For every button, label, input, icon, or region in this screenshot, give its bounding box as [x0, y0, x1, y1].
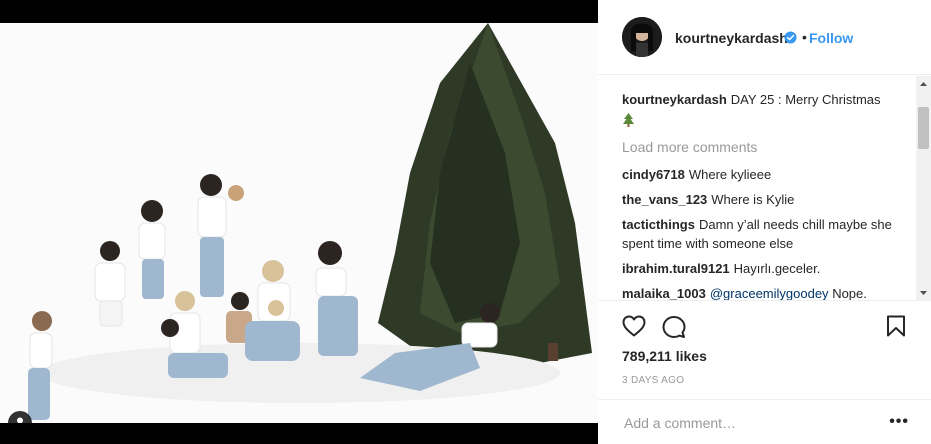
- comment-text: Where is Kylie: [711, 192, 795, 207]
- comment-item: cindy6718 Where kylieee: [622, 165, 912, 184]
- comment-username[interactable]: cindy6718: [622, 167, 685, 182]
- comment-item: malaika_1003@graceemilygoodey Nope. Kour…: [622, 284, 912, 300]
- comment-username[interactable]: malaika_1003: [622, 286, 706, 300]
- comment-bubble-icon: [662, 316, 686, 338]
- caption-username[interactable]: kourtneykardash: [622, 92, 727, 107]
- comment-item: ibrahim.tural9121 Hayırlı.geceler.: [622, 259, 912, 278]
- comment-username[interactable]: ibrahim.tural9121: [622, 261, 730, 276]
- avatar[interactable]: [622, 17, 662, 57]
- comment-username[interactable]: the_vans_123: [622, 192, 707, 207]
- comments-scrollbar[interactable]: [916, 76, 931, 300]
- caption: kourtneykardash DAY 25 : Merry Christmas: [622, 90, 912, 128]
- post-side-panel: kourtneykardash • Follow kourtneykardash…: [598, 0, 931, 444]
- like-button[interactable]: [622, 315, 646, 342]
- header-username[interactable]: kourtneykardash: [675, 30, 788, 46]
- add-comment-input[interactable]: [622, 412, 876, 434]
- comment-username[interactable]: tacticthings: [622, 217, 695, 232]
- avatar-image: [622, 17, 662, 57]
- comment-text: Hayırlı.geceler.: [733, 261, 821, 276]
- actions-divider: [598, 300, 931, 302]
- bookmark-icon: [887, 315, 905, 337]
- christmas-tree-emoji-icon: [623, 112, 634, 127]
- add-comment-section: •••: [598, 399, 931, 444]
- save-button[interactable]: [886, 315, 906, 342]
- follow-button[interactable]: Follow: [809, 30, 853, 46]
- scroll-up-arrow-icon[interactable]: [916, 76, 931, 91]
- comment-text: Where kylieee: [688, 167, 772, 182]
- load-more-comments-button[interactable]: Load more comments: [622, 138, 912, 157]
- scrollbar-thumb[interactable]: [918, 107, 929, 149]
- comment-button[interactable]: [662, 315, 686, 344]
- person-tag-icon: [17, 417, 23, 423]
- scroll-down-arrow-icon[interactable]: [916, 285, 931, 300]
- verified-badge-icon: [784, 31, 797, 44]
- heart-icon: [622, 315, 646, 337]
- comments-list[interactable]: kourtneykardash DAY 25 : Merry Christmas …: [622, 90, 912, 300]
- comment-item: the_vans_123 Where is Kylie: [622, 190, 912, 209]
- more-options-button[interactable]: •••: [889, 413, 909, 431]
- post-photo[interactable]: [0, 23, 598, 423]
- post-header: kourtneykardash • Follow: [598, 0, 931, 75]
- photo-illustration: [0, 23, 598, 423]
- comment-item: tacticthings Damn y’all needs chill maybe…: [622, 215, 912, 253]
- caption-text: DAY 25 : Merry Christmas: [730, 92, 881, 107]
- header-separator: •: [802, 29, 807, 45]
- post-media: [0, 0, 598, 444]
- post-timestamp[interactable]: 3 DAYS AGO: [622, 375, 684, 386]
- likes-count[interactable]: 789,211 likes: [622, 348, 707, 364]
- comment-mention[interactable]: @graceemilygoodey: [710, 286, 829, 300]
